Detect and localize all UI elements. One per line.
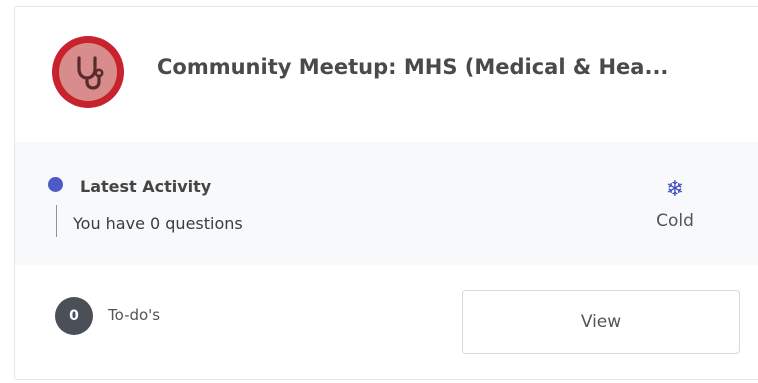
activity-section	[15, 142, 758, 265]
todo-label: To-do's	[108, 306, 161, 324]
snowflake-icon: ❄	[665, 177, 685, 202]
activity-status-dot	[48, 177, 63, 192]
temperature-label: Cold	[656, 211, 694, 231]
activity-divider	[56, 205, 57, 237]
event-title: Community Meetup: MHS (Medical & Hea...	[157, 55, 669, 79]
event-card: Community Meetup: MHS (Medical & Hea... …	[14, 6, 758, 380]
latest-activity-heading: Latest Activity	[80, 177, 212, 196]
stethoscope-icon	[59, 43, 117, 101]
latest-activity-text: You have 0 questions	[73, 214, 243, 233]
event-avatar	[52, 36, 124, 108]
view-button[interactable]: View	[462, 290, 740, 354]
todo-count-badge: 0	[55, 297, 93, 335]
